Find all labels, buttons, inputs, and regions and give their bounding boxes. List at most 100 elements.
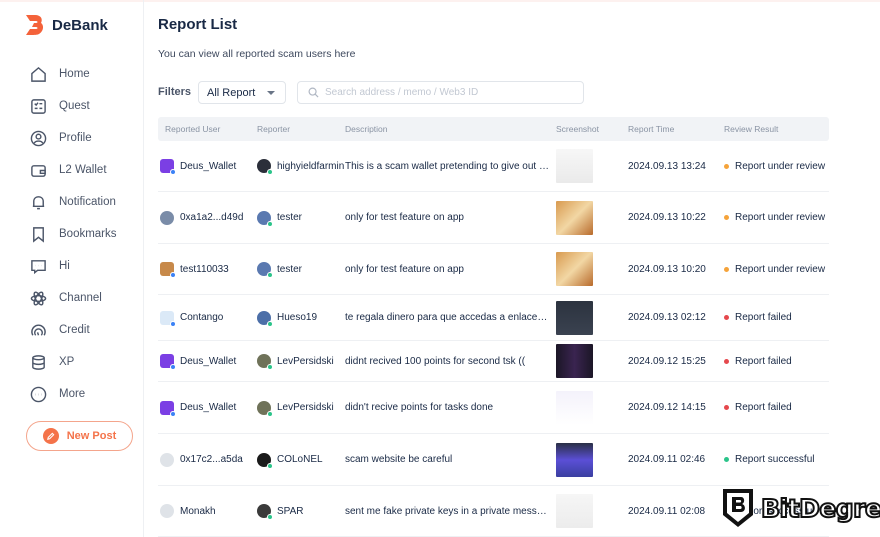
table-row[interactable]: Contango Hueso19 te regala dinero para q…: [158, 295, 829, 341]
reporter-cell[interactable]: LevPersidski: [257, 400, 345, 417]
table-row[interactable]: 0xa1a2...d49d tester only for test featu…: [158, 192, 829, 244]
sidebar-item-quest[interactable]: Quest: [30, 90, 117, 122]
sidebar-item-label: Hi: [59, 260, 70, 272]
logo[interactable]: DeBank: [26, 15, 108, 35]
sidebar-item-credit[interactable]: Credit: [30, 314, 117, 346]
reporter-name[interactable]: tester: [277, 212, 302, 223]
sidebar-item-home[interactable]: Home: [30, 58, 117, 90]
reported-user-name[interactable]: Deus_Wallet: [180, 402, 236, 413]
app-name: DeBank: [52, 16, 108, 34]
reporter-name[interactable]: LevPersidski: [277, 356, 334, 367]
reported-user-name[interactable]: 0xa1a2...d49d: [180, 212, 243, 223]
new-post-button[interactable]: New Post: [26, 421, 133, 451]
table-row[interactable]: test110033 tester only for test feature …: [158, 244, 829, 295]
verified-badge-icon: [267, 514, 273, 520]
table-row[interactable]: Deus_Wallet LevPersidski didnt recived 1…: [158, 341, 829, 382]
status-badge: Report under review: [735, 160, 826, 172]
reporter-cell[interactable]: LevPersidski: [257, 354, 345, 370]
reporter-cell[interactable]: SPAR: [257, 504, 345, 520]
reporter-name[interactable]: SPAR: [277, 506, 304, 517]
screenshot-thumbnail[interactable]: [556, 494, 593, 528]
reported-user-cell[interactable]: Contango: [158, 310, 257, 327]
verified-badge-icon: [267, 169, 273, 175]
reported-user-cell[interactable]: Monakh: [158, 504, 257, 518]
filters-label: Filters: [158, 86, 192, 98]
reporter-avatar: [257, 504, 273, 520]
reported-user-avatar: [160, 452, 174, 467]
review-result-cell: Report successful: [724, 454, 829, 465]
screenshot-thumbnail[interactable]: [556, 344, 593, 378]
reported-user-name[interactable]: Deus_Wallet: [180, 356, 236, 367]
verified-badge-icon: [267, 320, 273, 327]
verified-badge-icon: [170, 364, 176, 370]
reporter-name[interactable]: LevPersidski: [277, 402, 334, 413]
screenshot-thumbnail[interactable]: [556, 149, 593, 183]
sidebar-item-bookmarks[interactable]: Bookmarks: [30, 218, 117, 250]
page-title: Report List: [158, 16, 238, 33]
reporter-cell[interactable]: tester: [257, 262, 345, 278]
sidebar-item-more[interactable]: More: [30, 378, 117, 410]
reported-user-avatar: [160, 159, 176, 175]
report-time-cell: 2024.09.11 02:08: [628, 505, 706, 517]
report-time-cell: 2024.09.12 14:15: [628, 402, 706, 413]
table-row[interactable]: Deus_Wallet highyieldfarmin This is a sc…: [158, 141, 829, 192]
search-field[interactable]: [297, 81, 584, 104]
reporter-name[interactable]: COLoNEL: [277, 454, 323, 465]
screenshot-thumbnail[interactable]: [556, 442, 593, 477]
col-header-review-result: Review Result: [724, 124, 779, 134]
reported-user-name[interactable]: Contango: [180, 312, 223, 323]
reporter-cell[interactable]: COLoNEL: [257, 452, 345, 469]
report-filter-select[interactable]: All Report: [198, 81, 286, 104]
reporter-avatar: [257, 354, 273, 370]
sidebar-item-xp[interactable]: XP: [30, 346, 117, 378]
wallet-icon: [31, 164, 46, 177]
reported-user-cell[interactable]: test110033: [158, 262, 257, 278]
reported-user-cell[interactable]: 0x17c2...a5da: [158, 452, 257, 467]
reporter-name[interactable]: tester: [277, 264, 302, 275]
verified-badge-icon: [170, 272, 176, 278]
reporter-cell[interactable]: highyieldfarmin: [257, 159, 345, 175]
verified-badge-icon: [267, 462, 273, 469]
sidebar-item-label: More: [59, 388, 86, 400]
status-dot-icon: [724, 163, 729, 169]
report-table: Reported User Reporter Description Scree…: [158, 117, 829, 537]
reporter-avatar: [257, 400, 273, 417]
reporter-name[interactable]: Hueso19: [277, 312, 317, 323]
verified-badge-icon: [267, 410, 273, 417]
screenshot-thumbnail[interactable]: [556, 252, 593, 286]
screenshot-thumbnail[interactable]: [556, 390, 593, 425]
sidebar-item-l2-wallet[interactable]: L2 Wallet: [30, 154, 117, 186]
sidebar-item-notification[interactable]: Notification: [30, 186, 117, 218]
verified-badge-icon: [267, 272, 273, 278]
screenshot-thumbnail[interactable]: [556, 300, 593, 335]
table-row[interactable]: 0x17c2...a5da COLoNEL scam website be ca…: [158, 434, 829, 486]
table-row[interactable]: Deus_Wallet LevPersidski didn't recive p…: [158, 382, 829, 434]
reporter-cell[interactable]: Hueso19: [257, 310, 345, 327]
status-badge: Report failed: [735, 402, 792, 413]
reported-user-cell[interactable]: 0xa1a2...d49d: [158, 210, 257, 225]
reported-user-name[interactable]: Deus_Wallet: [180, 161, 236, 172]
reported-user-cell[interactable]: Deus_Wallet: [158, 354, 257, 370]
reported-user-cell[interactable]: Deus_Wallet: [158, 400, 257, 417]
sidebar-item-hi[interactable]: Hi: [30, 250, 117, 282]
description-cell: only for test feature on app: [345, 263, 464, 275]
home-icon: [31, 66, 46, 82]
reported-user-name[interactable]: 0x17c2...a5da: [180, 454, 243, 465]
reporter-name[interactable]: highyieldfarmin: [277, 161, 344, 172]
reporter-cell[interactable]: tester: [257, 210, 345, 227]
status-dot-icon: [724, 405, 729, 410]
search-input[interactable]: [325, 87, 565, 98]
reported-user-cell[interactable]: Deus_Wallet: [158, 159, 257, 175]
reported-user-name[interactable]: Monakh: [180, 506, 216, 517]
col-header-description: Description: [345, 124, 388, 134]
sidebar-item-profile[interactable]: Profile: [30, 122, 117, 154]
reported-user-name[interactable]: test110033: [180, 264, 229, 275]
status-badge: Report successful: [735, 454, 815, 465]
atom-icon: [30, 290, 47, 306]
reported-user-avatar: [160, 400, 176, 417]
status-dot-icon: [724, 358, 729, 364]
screenshot-thumbnail[interactable]: [556, 200, 593, 235]
status-badge: Report failed: [735, 355, 792, 367]
sidebar-item-channel[interactable]: Channel: [30, 282, 117, 314]
review-result-cell: Report failed: [724, 402, 829, 413]
